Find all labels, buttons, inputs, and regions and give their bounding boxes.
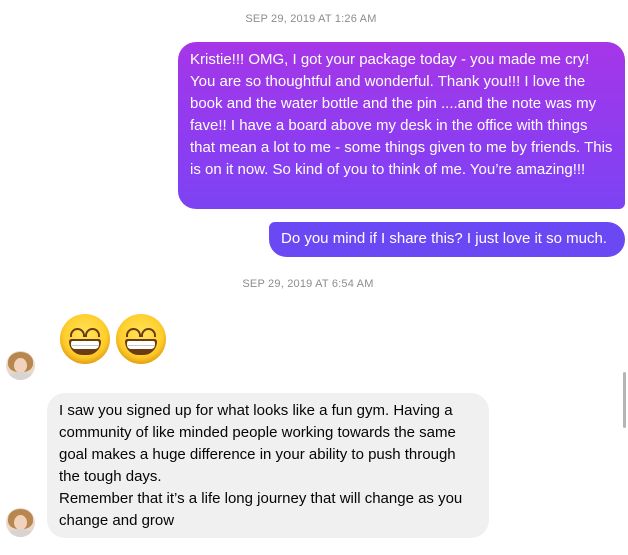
emoji-mouth bbox=[69, 339, 101, 355]
emoji-eye bbox=[126, 328, 141, 337]
scrollbar-thumb[interactable] bbox=[623, 372, 626, 428]
emoji-eye bbox=[85, 328, 100, 337]
emoji-teeth bbox=[127, 341, 155, 349]
grinning-face-emoji-icon bbox=[60, 314, 110, 364]
avatar-face bbox=[14, 358, 27, 373]
message-timestamp: SEP 29, 2019 AT 6:54 AM bbox=[242, 278, 374, 290]
avatar-shoulders bbox=[8, 529, 33, 537]
avatar-face bbox=[14, 515, 27, 530]
contact-avatar[interactable] bbox=[6, 508, 35, 537]
message-timestamp: SEP 29, 2019 AT 1:26 AM bbox=[245, 13, 377, 25]
emoji-teeth bbox=[71, 341, 99, 349]
emoji-message[interactable] bbox=[60, 314, 166, 364]
emoji-eye bbox=[70, 328, 85, 337]
grinning-face-emoji-icon bbox=[116, 314, 166, 364]
outgoing-message[interactable]: Do you mind if I share this? I just love… bbox=[269, 222, 625, 257]
avatar-shoulders bbox=[8, 372, 33, 380]
contact-avatar[interactable] bbox=[6, 351, 35, 380]
incoming-message[interactable]: I saw you signed up for what looks like … bbox=[47, 393, 489, 538]
emoji-mouth bbox=[125, 339, 157, 355]
emoji-eye bbox=[141, 328, 156, 337]
outgoing-message[interactable]: Kristie!!! OMG, I got your package today… bbox=[178, 42, 625, 209]
